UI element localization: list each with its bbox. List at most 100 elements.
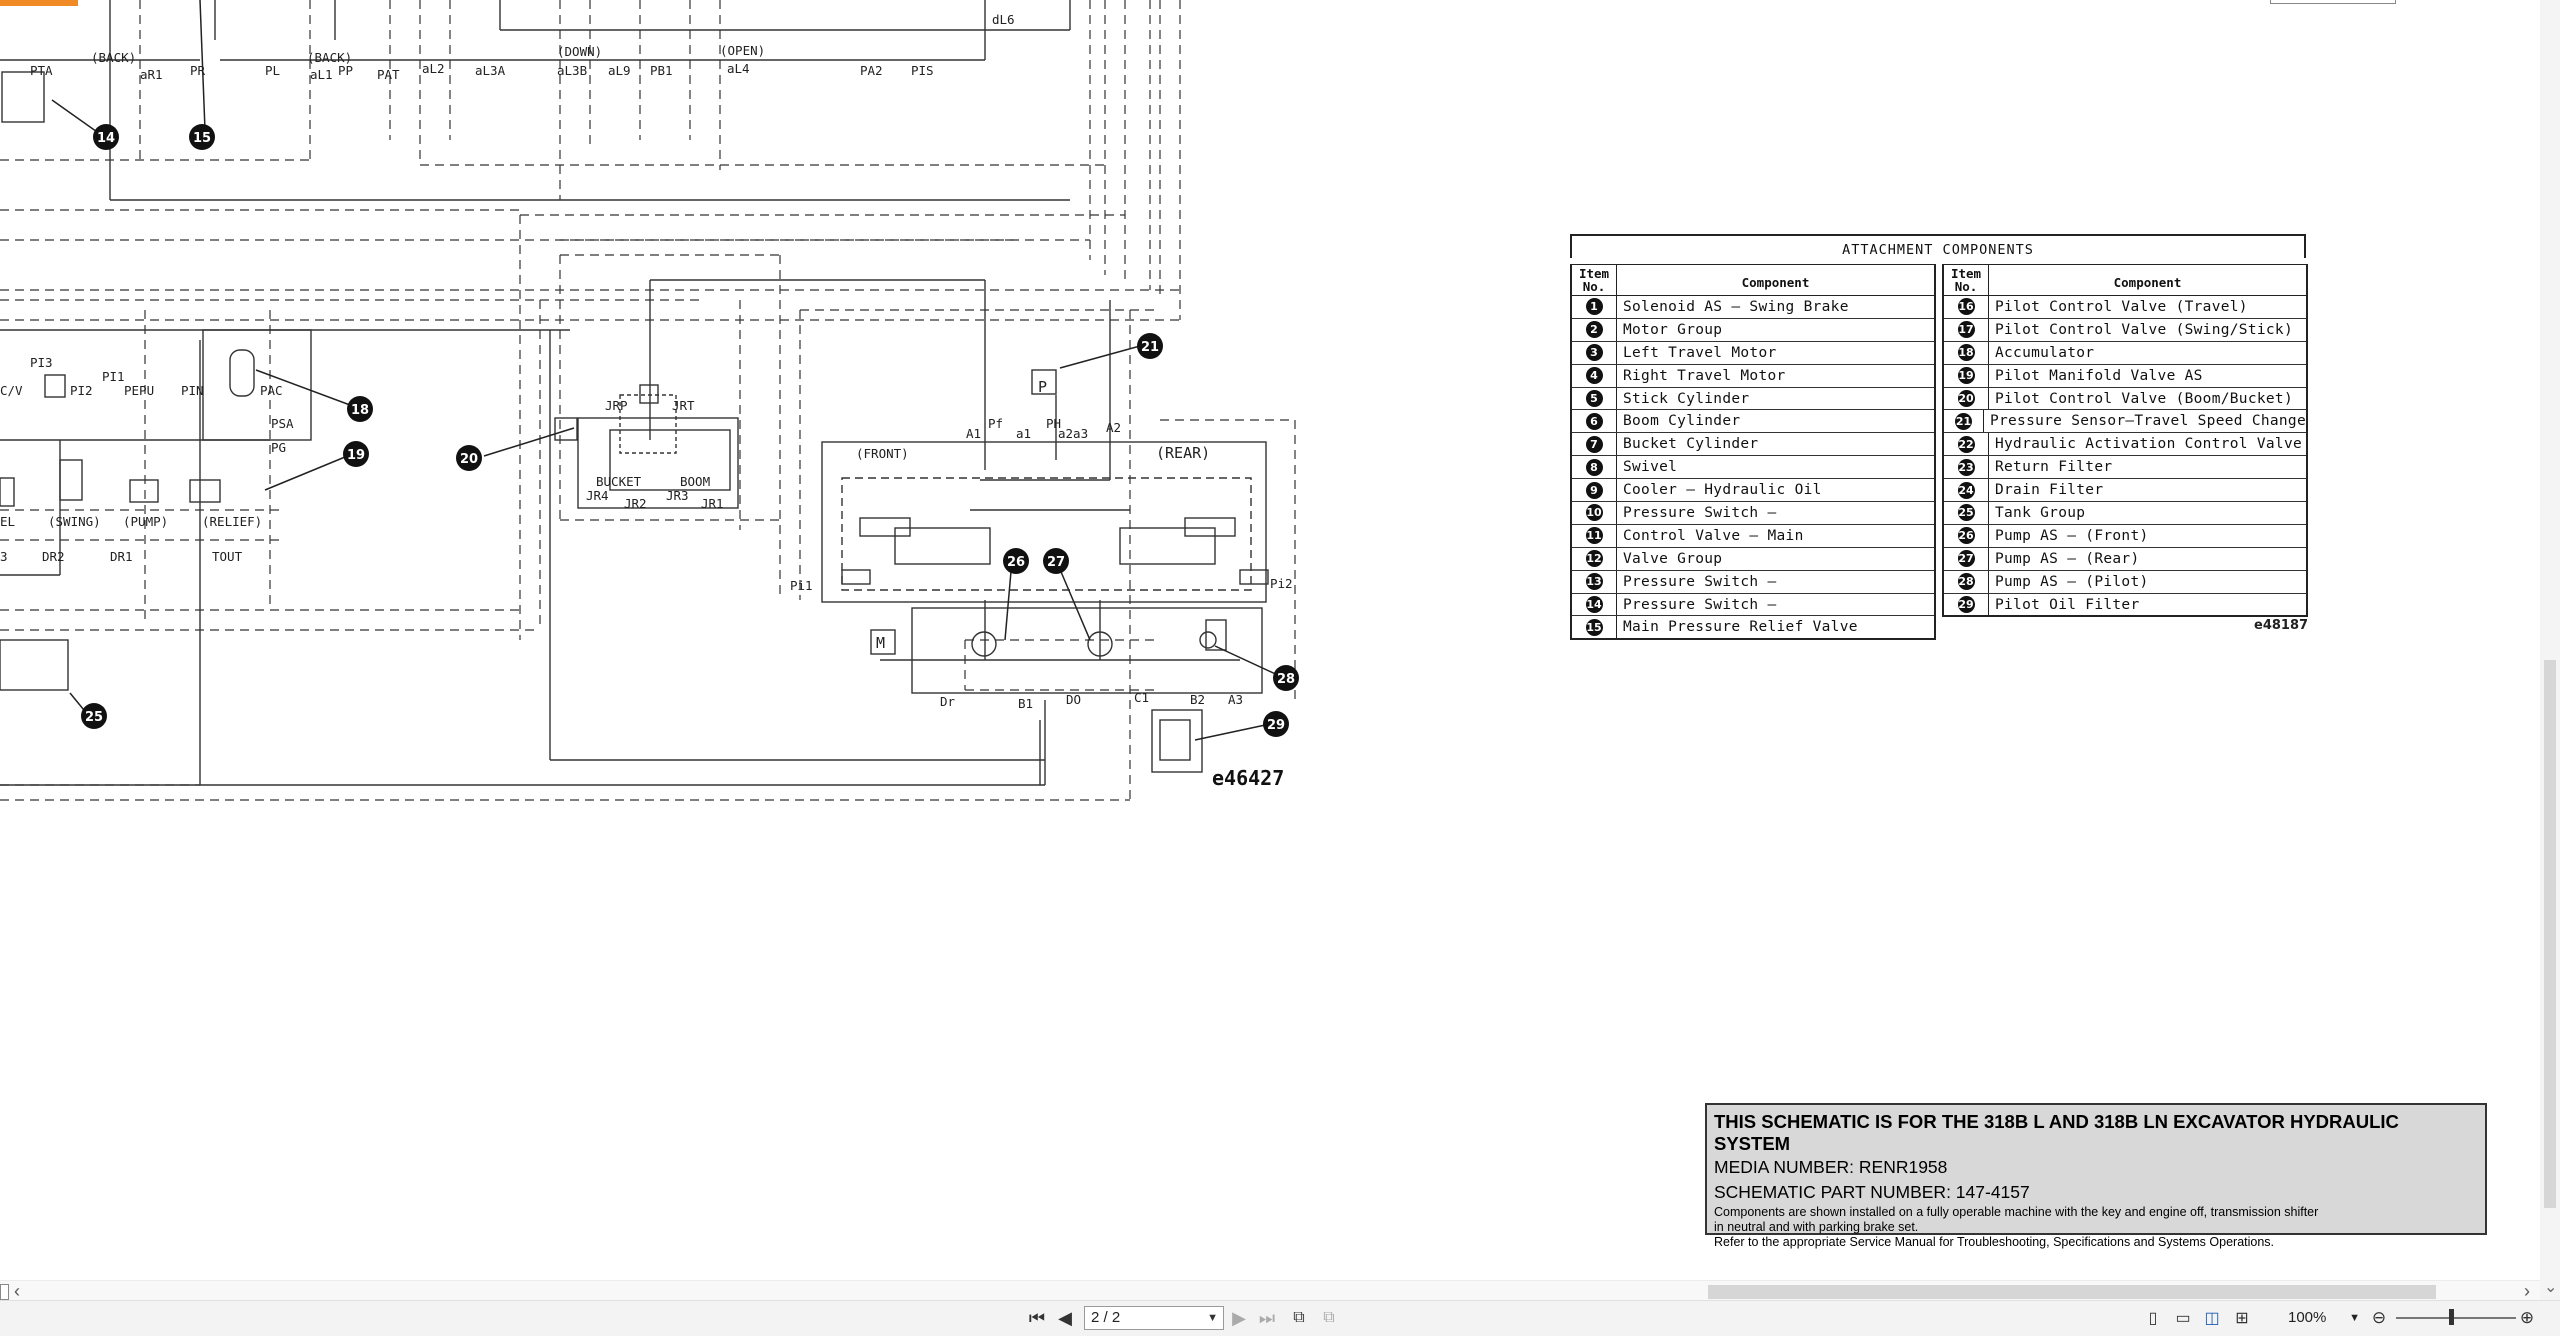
table-row: 26 Pump AS – (Front) [1944, 524, 2306, 548]
svg-text:27: 27 [1047, 555, 1065, 570]
horizontal-scroll-thumb[interactable] [1708, 1285, 2436, 1299]
label-down: (DOWN) [557, 44, 602, 59]
table-row: 20 Pilot Control Valve (Boom/Bucket) [1944, 387, 2306, 411]
continuous-view-icon[interactable]: ▭ [2172, 1307, 2194, 1329]
zoom-slider-handle[interactable] [2449, 1309, 2454, 1325]
component-name: Return Filter [1995, 459, 2113, 476]
label-bucket: BUCKET [596, 474, 642, 489]
label-pat: PAT [377, 67, 400, 82]
document-page: 14 15 18 19 20 21 25 26 27 28 29 (BACK) … [0, 0, 2540, 1280]
previous-page-icon[interactable]: ◀ [1054, 1307, 1076, 1329]
label-m: M [876, 634, 885, 652]
panel-toggle-icon[interactable] [0, 1284, 9, 1300]
label-pi3: PI3 [30, 355, 53, 370]
zoom-in-icon[interactable]: ⊕ [2516, 1307, 2538, 1329]
last-page-icon[interactable]: ⏭ [1256, 1307, 1278, 1329]
horizontal-scrollbar[interactable]: ‹ › [0, 1280, 2540, 1301]
zoom-select[interactable]: 100% ▼ [2280, 1306, 2366, 1330]
label-pump: (PUMP) [123, 514, 168, 529]
label-do: DO [1066, 692, 1081, 707]
vertical-scrollbar[interactable]: ⌄ [2540, 0, 2560, 1300]
chevron-down-icon: ▼ [1207, 1312, 1218, 1324]
item-number-cell: 3 [1572, 341, 1617, 364]
item-number-badge: 3 [1585, 344, 1603, 362]
label-ar1: aR1 [140, 67, 163, 82]
zoom-slider[interactable] [2396, 1317, 2516, 1319]
svg-text:21: 21 [1141, 340, 1159, 355]
component-name: Bucket Cylinder [1623, 436, 1759, 453]
item-number-cell: 26 [1944, 524, 1989, 547]
item-number-cell: 7 [1572, 433, 1617, 456]
scroll-left-icon[interactable]: ‹ [14, 1281, 20, 1301]
label-relief: (RELIEF) [202, 514, 262, 529]
item-number-cell: 21 [1944, 410, 1984, 433]
next-page-icon[interactable]: ▶ [1228, 1307, 1250, 1329]
item-number-badge: 17 [1957, 321, 1975, 339]
component-name: Boom Cylinder [1623, 413, 1741, 430]
label-a1: A1 [966, 426, 981, 441]
svg-text:28: 28 [1277, 672, 1295, 687]
item-number-cell: 24 [1944, 479, 1989, 502]
component-name: Pilot Control Valve (Boom/Bucket) [1995, 390, 2293, 407]
view-previous-icon[interactable]: ⧉ [1288, 1307, 1310, 1329]
component-name: Motor Group [1623, 321, 1723, 338]
component-name: Pump AS – (Rear) [1995, 550, 2140, 567]
page-number-select[interactable]: 2 / 2 ▼ [1084, 1306, 1224, 1330]
label-tout: TOUT [212, 549, 243, 564]
media-number: MEDIA NUMBER: RENR1958 [1714, 1157, 1948, 1177]
component-name: Control Valve – Main [1623, 527, 1804, 544]
table-row: 11 Control Valve – Main [1572, 524, 1934, 548]
chevron-down-icon: ▼ [2349, 1312, 2360, 1324]
label-jr2: JR2 [624, 496, 647, 511]
item-number-badge: 22 [1957, 435, 1975, 453]
label-al3b: aL3B [557, 63, 587, 78]
table-row: 10 Pressure Switch – [1572, 502, 1934, 525]
item-number-badge: 7 [1585, 435, 1603, 453]
label-al2: aL2 [422, 61, 445, 76]
item-number-cell: 18 [1944, 341, 1989, 364]
view-next-icon[interactable]: ⧉ [1318, 1307, 1340, 1329]
label-cv: C/V [0, 383, 23, 398]
label-pp: PP [338, 63, 353, 78]
zoom-out-icon[interactable]: ⊖ [2368, 1307, 2390, 1329]
two-page-view-icon[interactable]: ◫ [2201, 1307, 2223, 1329]
scroll-right-icon[interactable]: › [2524, 1281, 2530, 1301]
table-row: 22 Hydraulic Activation Control Valve [1944, 433, 2306, 457]
schematic-part-number: SCHEMATIC PART NUMBER: 147-4157 [1714, 1182, 2030, 1202]
svg-text:18: 18 [351, 403, 369, 418]
item-number-badge: 27 [1957, 550, 1975, 568]
label-al3a: aL3A [475, 63, 506, 78]
single-page-view-icon[interactable]: ▯ [2142, 1307, 2164, 1329]
component-name: Right Travel Motor [1623, 367, 1786, 384]
item-number-cell: 10 [1572, 502, 1617, 524]
item-number-cell: 17 [1944, 318, 1989, 341]
component-name: Pilot Manifold Valve AS [1995, 367, 2203, 384]
label-dr: Dr [940, 694, 956, 709]
label-al4: aL4 [727, 61, 750, 76]
svg-text:15: 15 [193, 131, 211, 146]
item-number-cell: 16 [1944, 296, 1989, 318]
left-rows: 1 Solenoid AS – Swing Brake 2 Motor Group 3 L… [1572, 296, 1934, 639]
scroll-down-icon[interactable]: ⌄ [2544, 1280, 2557, 1296]
table-right-half: Item No. Component 16 Pilot Control Valve … [1942, 264, 2308, 618]
vertical-scroll-thumb[interactable] [2544, 660, 2556, 1208]
item-number-cell: 2 [1572, 318, 1617, 341]
item-number-cell: 5 [1572, 387, 1617, 410]
item-number-badge: 25 [1957, 504, 1975, 522]
table-row: 3 Left Travel Motor [1572, 341, 1934, 365]
component-header: Component [1741, 275, 1810, 290]
component-name: Pump AS – (Pilot) [1995, 573, 2149, 590]
svg-text:25: 25 [85, 710, 103, 725]
first-page-icon[interactable]: ⏮ [1026, 1307, 1048, 1329]
item-number-cell: 15 [1572, 616, 1617, 639]
label-jr1: JR1 [701, 496, 724, 511]
svg-text:26: 26 [1007, 555, 1025, 570]
label-pi2: PI2 [70, 383, 93, 398]
item-number-cell: 1 [1572, 296, 1617, 318]
item-number-badge: 10 [1585, 504, 1603, 522]
two-page-continuous-icon[interactable]: ⊞ [2231, 1307, 2253, 1329]
table-row: 25 Tank Group [1944, 502, 2306, 525]
label-psa: PSA [271, 416, 294, 431]
item-number-badge: 26 [1957, 527, 1975, 545]
notice-line-2: in neutral and with parking brake set. [1714, 1220, 1919, 1234]
